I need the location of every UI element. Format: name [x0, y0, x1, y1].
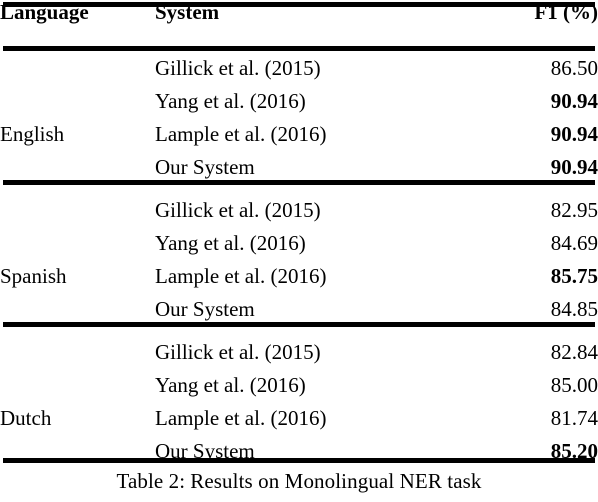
language-cell-empty — [0, 198, 155, 231]
system-cell: Yang et al. (2016) — [155, 231, 306, 255]
system-cell: Our System — [155, 297, 255, 321]
f1-cell: 82.95 — [550, 198, 598, 222]
block-gap — [0, 188, 598, 198]
language-cell-empty — [0, 89, 155, 122]
table-row: English Lample et al. (2016) 90.94 — [0, 122, 598, 155]
language-cell-empty — [0, 56, 155, 89]
system-cell: Gillick et al. (2015) — [155, 340, 321, 364]
results-table: Language System F1 (%) Gillick et al. (2… — [0, 0, 598, 482]
table-row: Dutch Lample et al. (2016) 81.74 — [0, 406, 598, 439]
column-header-language: Language — [0, 0, 89, 24]
block-top-gap — [0, 44, 598, 56]
table-caption-text: Results on Monolingual NER task — [190, 469, 482, 493]
table-number-label: Table 2: — [116, 469, 186, 493]
system-cell: Yang et al. (2016) — [155, 89, 306, 113]
block-gap — [0, 330, 598, 340]
language-cell-empty — [0, 340, 155, 373]
f1-cell: 84.69 — [550, 231, 598, 255]
table-row: Yang et al. (2016) 84.69 — [0, 231, 598, 264]
language-cell-empty — [0, 373, 155, 406]
f1-cell: 90.94 — [550, 122, 598, 146]
table-row: Our System 84.85 — [0, 297, 598, 330]
system-cell: Lample et al. (2016) — [155, 264, 327, 288]
table-row: Our System 90.94 — [0, 155, 598, 188]
f1-cell: 85.00 — [550, 373, 598, 397]
system-cell: Lample et al. (2016) — [155, 406, 327, 430]
table-figure: Language System F1 (%) Gillick et al. (2… — [0, 0, 598, 502]
table-head: Language System F1 (%) — [0, 0, 598, 44]
language-cell-empty — [0, 231, 155, 264]
system-cell: Gillick et al. (2015) — [155, 56, 321, 80]
table-row: Gillick et al. (2015) 82.95 — [0, 198, 598, 231]
f1-cell: 85.75 — [550, 264, 598, 288]
table-caption: Table 2: Results on Monolingual NER task — [0, 466, 598, 496]
table-body: Gillick et al. (2015) 86.50 Yang et al. … — [0, 44, 598, 482]
f1-cell: 84.85 — [550, 297, 598, 321]
language-cell: English — [0, 122, 65, 146]
f1-cell: 82.84 — [550, 340, 598, 364]
column-header-f1: F1 (%) — [534, 0, 598, 24]
language-cell-empty — [0, 155, 155, 188]
f1-cell: 90.94 — [550, 155, 598, 179]
table-header-row: Language System F1 (%) — [0, 0, 598, 44]
table-row: Yang et al. (2016) 90.94 — [0, 89, 598, 122]
column-header-system: System — [155, 0, 220, 24]
f1-cell: 90.94 — [550, 89, 598, 113]
system-cell: Lample et al. (2016) — [155, 122, 327, 146]
table-row: Gillick et al. (2015) 82.84 — [0, 340, 598, 373]
language-cell: Spanish — [0, 264, 67, 288]
system-cell: Gillick et al. (2015) — [155, 198, 321, 222]
language-cell: Dutch — [0, 406, 52, 430]
system-cell: Our System — [155, 155, 255, 179]
table-row: Yang et al. (2016) 85.00 — [0, 373, 598, 406]
system-cell: Yang et al. (2016) — [155, 373, 306, 397]
f1-cell: 81.74 — [550, 406, 598, 430]
language-cell-empty — [0, 297, 155, 330]
table-row: Gillick et al. (2015) 86.50 — [0, 56, 598, 89]
table-row: Spanish Lample et al. (2016) 85.75 — [0, 264, 598, 297]
f1-cell: 86.50 — [550, 56, 598, 80]
